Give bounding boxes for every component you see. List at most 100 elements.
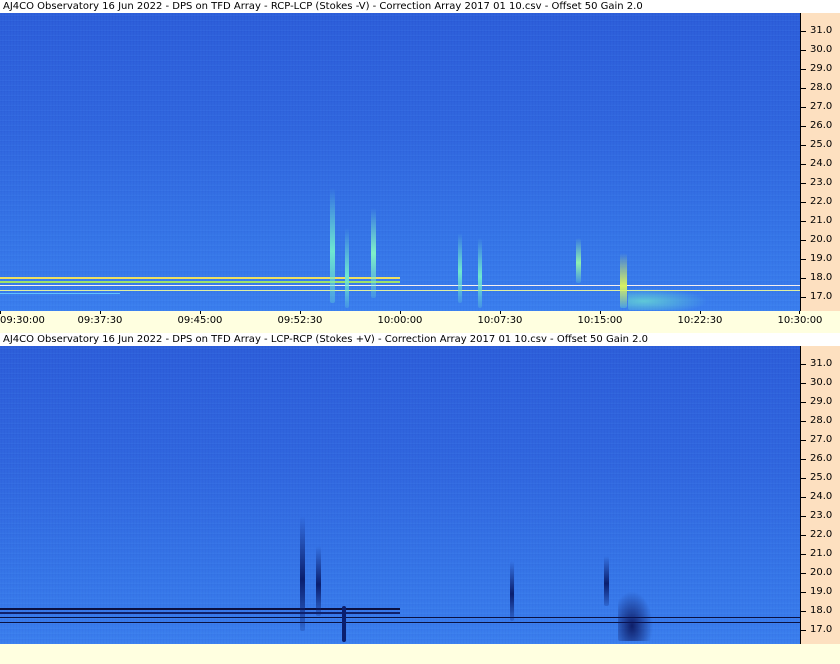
y-axis-frequency: 31.0 30.0 29.0 28.0 27.0 26.0 25.0 24.0 23.0 22.0…	[800, 13, 840, 311]
burst	[371, 208, 376, 298]
y-tick-label: 27.0	[810, 101, 833, 112]
y-tick	[801, 383, 806, 384]
rfi-band	[0, 293, 120, 294]
spectrogram-lcp-rcp	[0, 346, 800, 644]
burst	[458, 233, 462, 303]
x-tick	[0, 311, 1, 314]
y-tick	[801, 240, 806, 241]
y-tick	[801, 478, 806, 479]
x-tick-label: 10:00:00	[377, 315, 423, 326]
burst	[342, 606, 346, 642]
rfi-band	[0, 277, 400, 279]
y-tick-label: 27.0	[810, 434, 833, 445]
burst	[330, 188, 335, 303]
y-tick	[801, 516, 806, 517]
y-tick	[801, 69, 806, 70]
noise-texture	[0, 13, 800, 311]
y-tick	[801, 259, 806, 260]
x-tick-label: 09:45:00	[177, 315, 223, 326]
y-tick-label: 21.0	[810, 215, 833, 226]
y-tick	[801, 535, 806, 536]
burst	[618, 591, 653, 641]
burst	[478, 238, 482, 308]
y-tick-label: 18.0	[810, 605, 833, 616]
y-tick-label: 17.0	[810, 291, 833, 302]
rfi-band	[0, 612, 400, 614]
y-tick-label: 26.0	[810, 453, 833, 464]
x-tick	[500, 311, 501, 314]
y-tick-label: 28.0	[810, 82, 833, 93]
y-tick-label: 22.0	[810, 529, 833, 540]
y-tick-label: 19.0	[810, 253, 833, 264]
y-tick-label: 26.0	[810, 120, 833, 131]
burst	[576, 238, 581, 283]
y-tick	[801, 554, 806, 555]
noise-texture	[0, 346, 800, 644]
panel2-title: AJ4CO Observatory 16 Jun 2022 - DPS on T…	[0, 333, 840, 346]
y-tick	[801, 278, 806, 279]
y-tick	[801, 297, 806, 298]
x-tick-label: 10:22:30	[677, 315, 723, 326]
x-tick	[200, 311, 201, 314]
x-tick-label: 09:30:00	[0, 315, 45, 326]
y-tick	[801, 221, 806, 222]
y-tick-label: 31.0	[810, 358, 833, 369]
y-tick	[801, 497, 806, 498]
rfi-band	[0, 285, 800, 286]
burst	[510, 561, 514, 621]
y-tick	[801, 50, 806, 51]
burst	[620, 253, 627, 308]
rfi-band	[0, 281, 400, 283]
rfi-band	[0, 608, 400, 610]
rfi-band	[0, 617, 800, 618]
time-axis-bottom	[0, 644, 840, 664]
y-tick	[801, 202, 806, 203]
x-tick	[100, 311, 101, 314]
burst	[300, 516, 305, 631]
x-tick-label: 10:07:30	[477, 315, 523, 326]
y-tick-label: 22.0	[810, 196, 833, 207]
x-tick	[400, 311, 401, 314]
y-tick	[801, 573, 806, 574]
y-tick-label: 28.0	[810, 415, 833, 426]
y-tick-label: 18.0	[810, 272, 833, 283]
x-tick	[700, 311, 701, 314]
burst	[604, 556, 609, 606]
y-tick-label: 31.0	[810, 25, 833, 36]
y-tick	[801, 592, 806, 593]
time-axis: 09:30:00 09:37:30 09:45:00 09:52:30 10:00:00…	[0, 311, 840, 333]
y-tick-label: 25.0	[810, 139, 833, 150]
burst	[316, 546, 321, 616]
x-tick	[799, 311, 800, 314]
y-tick-label: 19.0	[810, 586, 833, 597]
y-tick	[801, 421, 806, 422]
x-tick-label: 10:15:00	[577, 315, 623, 326]
y-tick	[801, 402, 806, 403]
y-tick-label: 23.0	[810, 510, 833, 521]
y-tick	[801, 630, 806, 631]
y-tick-label: 23.0	[810, 177, 833, 188]
x-tick	[600, 311, 601, 314]
y-tick-label: 29.0	[810, 396, 833, 407]
burst	[345, 228, 349, 308]
rfi-band	[0, 622, 800, 623]
y-tick-label: 24.0	[810, 158, 833, 169]
y-tick-label: 25.0	[810, 472, 833, 483]
y-tick-label: 30.0	[810, 44, 833, 55]
y-tick	[801, 459, 806, 460]
y-tick-label: 20.0	[810, 567, 833, 578]
y-tick	[801, 164, 806, 165]
y-tick	[801, 611, 806, 612]
y-tick	[801, 126, 806, 127]
y-tick-label: 17.0	[810, 624, 833, 635]
y-tick-label: 29.0	[810, 63, 833, 74]
y-axis-frequency: 31.0 30.0 29.0 28.0 27.0 26.0 25.0 24.0 23.0 22.0…	[800, 346, 840, 644]
y-tick	[801, 31, 806, 32]
x-tick-label: 09:37:30	[77, 315, 123, 326]
spectrogram-rcp-lcp	[0, 13, 800, 311]
x-tick-label: 10:30:00	[777, 315, 823, 326]
y-tick-label: 21.0	[810, 548, 833, 559]
y-tick	[801, 145, 806, 146]
burst	[628, 288, 708, 310]
y-tick-label: 20.0	[810, 234, 833, 245]
